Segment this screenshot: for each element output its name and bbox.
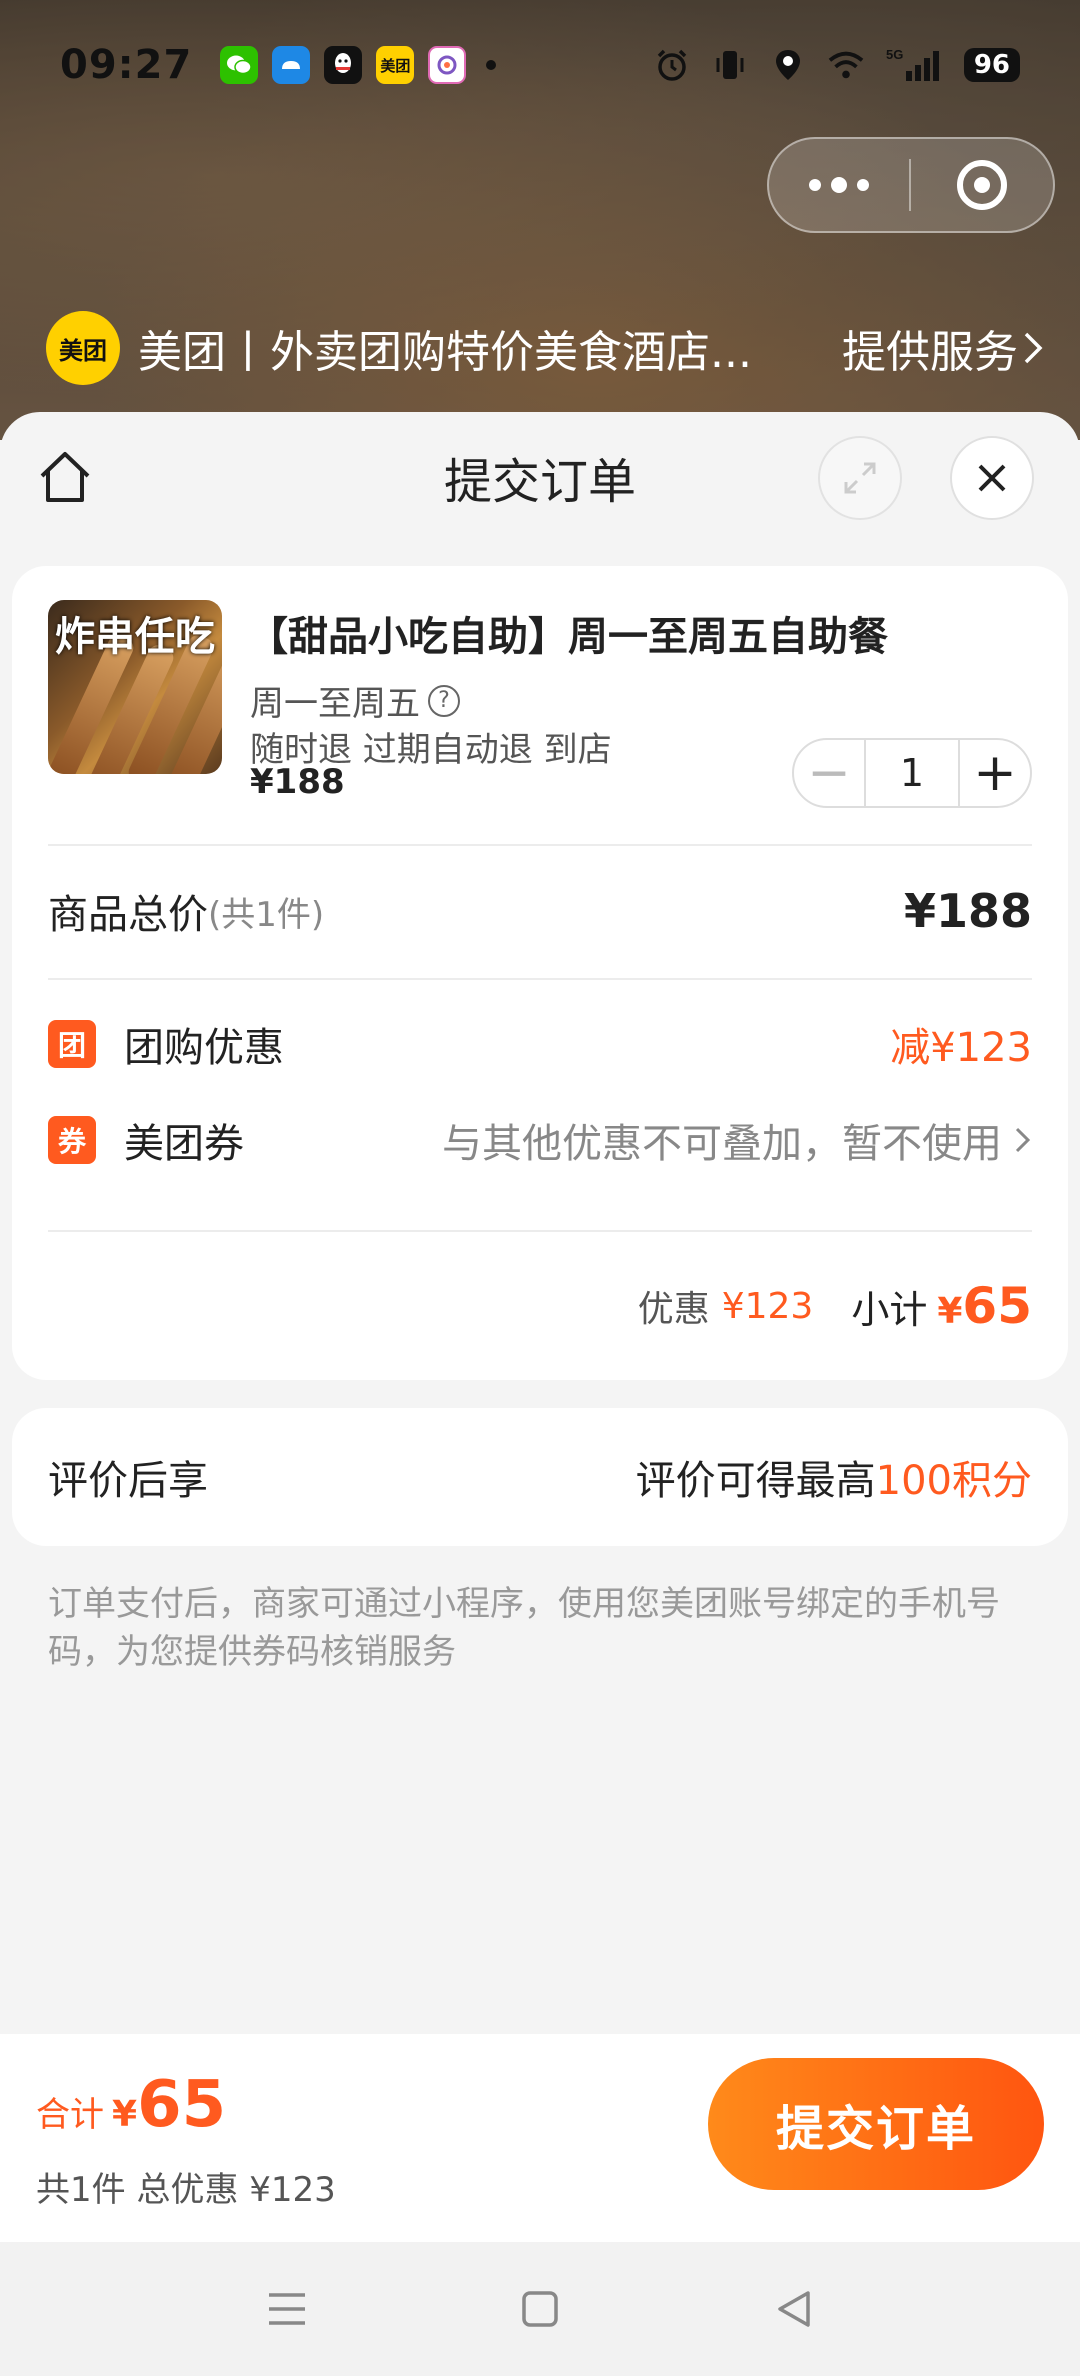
more-dots-icon[interactable]	[769, 139, 909, 231]
divider	[48, 978, 1032, 980]
chevron-right-icon	[1024, 332, 1043, 364]
group-discount-row: 团 团购优惠 减¥123	[48, 1012, 1032, 1076]
product-price: ¥188	[250, 762, 345, 802]
help-icon[interactable]: ?	[428, 684, 460, 717]
bottom-total-label: 合计	[36, 2095, 104, 2135]
close-icon[interactable]	[950, 436, 1034, 520]
bottom-total: 合计 ¥ 65	[36, 2068, 226, 2142]
quantity-stepper: − 1 +	[792, 738, 1032, 808]
miniprogram-capsule	[767, 137, 1055, 233]
home-square-icon[interactable]	[510, 2279, 570, 2339]
divider	[48, 1230, 1032, 1232]
review-text: 评价可得最高	[635, 1458, 876, 1504]
sheet-title: 提交订单	[443, 454, 636, 510]
review-card: 评价后享 评价可得最高100积分	[12, 1408, 1068, 1546]
bottom-bar: 合计 ¥ 65 共1件 总优惠 ¥123 提交订单	[0, 2034, 1080, 2242]
meituan-logo: 美团	[46, 311, 120, 385]
battery-indicator: 96	[963, 48, 1020, 82]
subtotal-value: ¥65	[937, 1277, 1032, 1335]
status-right: 5G 96	[654, 47, 1020, 83]
product-name: 【甜品小吃自助】周一至周五自助餐	[248, 614, 888, 660]
review-label: 评价后享	[48, 1458, 208, 1504]
bottom-total-amount: 65	[137, 2068, 227, 2142]
group-discount-label: 团购优惠	[124, 1025, 284, 1071]
discount-label: 优惠	[637, 1289, 710, 1330]
exit-miniprogram-button[interactable]	[911, 160, 1053, 210]
meituan-icon: 美团	[376, 46, 415, 84]
coupon-label: 美团券	[124, 1121, 244, 1167]
coupon-row[interactable]: 券 美团券 与其他优惠不可叠加，暂不使用	[48, 1108, 1032, 1172]
total-price-row: 商品总价 (共1件) ¥188	[48, 876, 1032, 946]
coupon-note-text: 与其他优惠不可叠加，暂不使用	[442, 1121, 1002, 1167]
menu-icon[interactable]	[257, 2279, 317, 2339]
bottom-total-sub: 共1件 总优惠 ¥123	[36, 2170, 336, 2210]
total-price-value: ¥188	[903, 884, 1032, 938]
subtotal-row: 优惠 ¥123 小计 ¥65	[48, 1266, 1032, 1346]
subtotal-currency: ¥	[937, 1291, 963, 1332]
status-time: 09:27	[60, 42, 193, 88]
location-icon	[770, 47, 806, 83]
submit-order-button[interactable]: 提交订单	[708, 2058, 1044, 2190]
total-price-label: 商品总价	[48, 892, 208, 938]
wifi-icon	[828, 47, 864, 83]
app-icon	[428, 46, 467, 84]
product-schedule: 周一至周五	[250, 684, 420, 724]
group-discount-value: 减¥123	[890, 1025, 1032, 1071]
subtotal-amount: 65	[962, 1277, 1032, 1335]
decrease-quantity-button[interactable]: −	[794, 740, 864, 806]
service-link-label: 提供服务	[842, 327, 1018, 378]
expand-icon[interactable]	[818, 436, 902, 520]
service-link[interactable]: 提供服务	[842, 316, 1046, 380]
product-schedule-row: 周一至周五 ?	[250, 676, 460, 725]
sheet-header: 提交订单	[0, 412, 1080, 542]
qq-icon	[324, 46, 363, 84]
subtotal-label: 小计	[851, 1287, 928, 1332]
cellular-5g-icon: 5G	[886, 47, 942, 83]
coupon-badge-icon: 券	[48, 1116, 96, 1164]
status-bar: 09:27 美团 5G 96	[0, 0, 1080, 130]
quantity-value[interactable]: 1	[864, 740, 960, 806]
review-points: 100积分	[875, 1458, 1032, 1504]
discount-value: ¥123	[721, 1285, 814, 1327]
notice-text: 订单支付后，商家可通过小程序，使用您美团账号绑定的手机号码，为您提供券码核销服务	[48, 1584, 1000, 1672]
product-item: 炸串任吃 【甜品小吃自助】周一至周五自助餐 周一至周五 ? 随时退 过期自动退 …	[12, 566, 1068, 844]
home-icon[interactable]	[36, 448, 94, 506]
notification-icons: 美团	[220, 46, 497, 84]
total-count: (共1件)	[208, 894, 325, 935]
more-notifications-dot	[486, 60, 497, 70]
wechat-icon	[220, 46, 259, 84]
system-nav-bar	[0, 2242, 1080, 2376]
service-bar: 美团 美团丨外卖团购特价美食酒店... 提供服务	[46, 310, 1046, 386]
service-title[interactable]: 美团丨外卖团购特价美食酒店...	[138, 316, 778, 380]
chevron-right-icon	[1015, 1127, 1031, 1153]
divider	[48, 844, 1032, 846]
coupon-note: 与其他优惠不可叠加，暂不使用	[442, 1111, 1032, 1169]
increase-quantity-button[interactable]: +	[960, 740, 1030, 806]
group-badge-icon: 团	[48, 1020, 96, 1068]
alarm-icon	[654, 47, 690, 83]
svg-text:5G: 5G	[886, 47, 903, 62]
product-image-text: 炸串任吃	[55, 614, 215, 660]
review-reward: 评价可得最高100积分	[636, 1448, 1032, 1506]
order-card: 炸串任吃 【甜品小吃自助】周一至周五自助餐 周一至周五 ? 随时退 过期自动退 …	[12, 566, 1068, 1380]
product-image[interactable]: 炸串任吃	[48, 600, 222, 774]
back-icon[interactable]	[763, 2279, 823, 2339]
vibrate-icon	[712, 47, 748, 83]
bottom-total-currency: ¥	[112, 2094, 138, 2135]
baidu-netdisk-icon	[272, 46, 311, 84]
target-circle-icon	[957, 160, 1007, 210]
